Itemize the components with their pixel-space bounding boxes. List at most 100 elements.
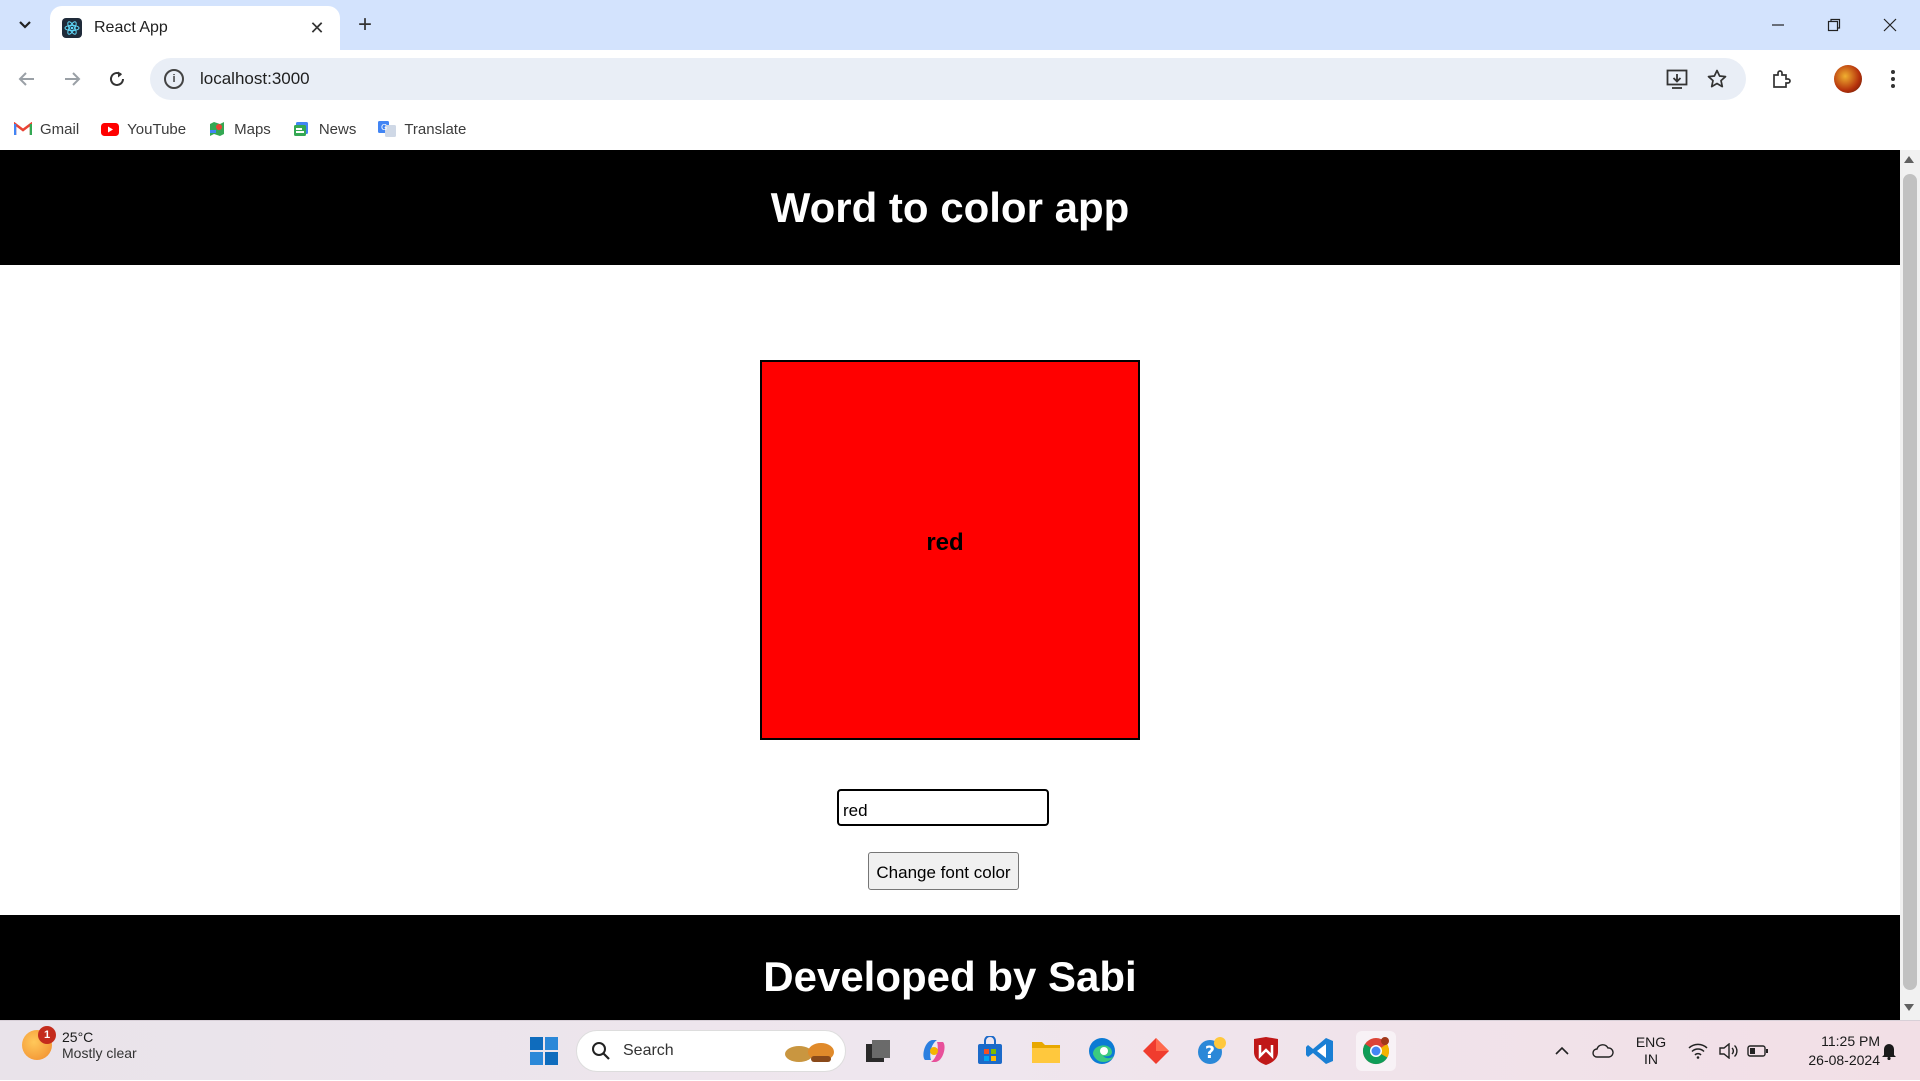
bookmark-news[interactable]: News bbox=[293, 121, 356, 138]
forward-button[interactable] bbox=[55, 62, 89, 96]
tab-strip: React App ✕ + bbox=[0, 0, 1920, 50]
file-explorer-button[interactable] bbox=[1026, 1031, 1066, 1071]
new-tab-button[interactable]: + bbox=[350, 10, 380, 40]
wifi-icon bbox=[1688, 1043, 1708, 1059]
gmail-icon bbox=[14, 121, 32, 137]
wifi-button[interactable] bbox=[1684, 1021, 1712, 1081]
react-icon bbox=[62, 18, 82, 38]
bookmark-translate[interactable]: G Translate bbox=[378, 121, 466, 138]
help-app-button[interactable]: ? bbox=[1192, 1031, 1232, 1071]
taskbar-search-label: Search bbox=[623, 1042, 674, 1059]
chrome-button[interactable] bbox=[1356, 1031, 1396, 1071]
translate-icon: G bbox=[378, 121, 397, 137]
edge-icon bbox=[1089, 1038, 1115, 1064]
page-title: Word to color app bbox=[770, 183, 1130, 231]
vscode-icon bbox=[1306, 1038, 1333, 1064]
chevron-down-icon bbox=[19, 21, 31, 29]
tab-search-button[interactable] bbox=[8, 8, 42, 42]
navigation-bar: i localhost:3000 bbox=[0, 50, 1920, 108]
reload-button[interactable] bbox=[100, 62, 134, 96]
vscode-button[interactable] bbox=[1300, 1031, 1340, 1071]
clock[interactable]: 11:25 PM 26-08-2024 bbox=[1780, 1021, 1880, 1081]
color-word: red bbox=[926, 529, 964, 556]
color-box: red bbox=[760, 360, 1140, 740]
scrollbar-thumb[interactable] bbox=[1903, 174, 1917, 990]
bookmarks-bar: Gmail YouTube Maps News G Translate bbox=[0, 108, 1920, 150]
mcafee-button[interactable] bbox=[1246, 1031, 1286, 1071]
install-app-button[interactable] bbox=[1660, 62, 1694, 96]
diamond-app-icon bbox=[1143, 1038, 1169, 1064]
minimize-icon bbox=[1772, 24, 1784, 26]
change-font-color-button[interactable]: Change font color bbox=[868, 852, 1019, 890]
maps-icon bbox=[208, 121, 226, 137]
forward-arrow-icon bbox=[65, 72, 81, 86]
notifications-button[interactable] bbox=[1874, 1021, 1904, 1081]
taskbar-search-box[interactable]: Search bbox=[576, 1030, 846, 1072]
search-highlight-icon bbox=[785, 1043, 834, 1062]
weather-temperature: 25°C bbox=[62, 1029, 94, 1045]
install-icon bbox=[1666, 69, 1688, 89]
bookmark-star-button[interactable] bbox=[1700, 62, 1734, 96]
battery-button[interactable] bbox=[1744, 1021, 1772, 1081]
cloud-icon bbox=[1592, 1044, 1614, 1058]
copilot-icon bbox=[923, 1040, 945, 1062]
news-icon bbox=[293, 121, 311, 137]
weather-widget[interactable]: 1 25°C Mostly clear bbox=[22, 1026, 137, 1061]
browser-menu-button[interactable] bbox=[1876, 62, 1910, 96]
shield-icon bbox=[1254, 1037, 1278, 1065]
back-button[interactable] bbox=[10, 62, 44, 96]
page-header: Word to color app bbox=[0, 150, 1900, 265]
windows-logo-icon bbox=[530, 1037, 558, 1065]
restore-button[interactable] bbox=[1806, 0, 1862, 50]
back-arrow-icon bbox=[18, 72, 34, 86]
bell-icon bbox=[1882, 1044, 1896, 1060]
svg-text:?: ? bbox=[1205, 1043, 1215, 1063]
minimize-button[interactable] bbox=[1750, 0, 1806, 50]
git-app-button[interactable] bbox=[1136, 1031, 1176, 1071]
close-window-button[interactable] bbox=[1862, 0, 1918, 50]
bookmark-maps[interactable]: Maps bbox=[208, 121, 271, 138]
tab-react-app[interactable]: React App ✕ bbox=[50, 6, 340, 50]
tab-title: React App bbox=[94, 19, 168, 36]
clock-date: 26-08-2024 bbox=[1808, 1052, 1880, 1068]
weather-notification-badge: 1 bbox=[38, 1026, 56, 1044]
copilot-button[interactable] bbox=[914, 1031, 954, 1071]
chevron-up-icon bbox=[1555, 1046, 1569, 1055]
task-view-button[interactable] bbox=[858, 1031, 898, 1071]
store-icon bbox=[978, 1036, 1002, 1064]
more-vertical-icon bbox=[1891, 70, 1895, 88]
site-info-icon[interactable]: i bbox=[164, 69, 184, 89]
youtube-icon bbox=[101, 121, 120, 137]
windows-taskbar: 1 25°C Mostly clear Search ? ENG IN 11:2… bbox=[0, 1020, 1920, 1080]
language-indicator[interactable]: ENG IN bbox=[1628, 1021, 1674, 1081]
bookmark-gmail[interactable]: Gmail bbox=[14, 121, 79, 138]
help-icon: ? bbox=[1198, 1037, 1226, 1064]
folder-icon bbox=[1032, 1042, 1060, 1063]
page-footer: Developed by Sabi bbox=[0, 915, 1900, 1020]
search-icon bbox=[592, 1042, 610, 1060]
extensions-button[interactable] bbox=[1764, 62, 1798, 96]
task-view-icon bbox=[866, 1040, 890, 1062]
microsoft-store-button[interactable] bbox=[970, 1031, 1010, 1071]
reload-icon bbox=[110, 71, 124, 86]
battery-icon bbox=[1747, 1045, 1768, 1057]
start-button[interactable] bbox=[524, 1031, 564, 1071]
tab-close-icon[interactable]: ✕ bbox=[306, 17, 328, 39]
address-bar[interactable]: i localhost:3000 bbox=[150, 58, 1746, 100]
svg-text:G: G bbox=[381, 123, 387, 132]
url-text: localhost:3000 bbox=[200, 69, 310, 88]
footer-text: Developed by Sabi bbox=[763, 953, 1137, 1000]
onedrive-button[interactable] bbox=[1586, 1021, 1620, 1081]
color-word-input[interactable] bbox=[837, 789, 1049, 826]
restore-icon bbox=[1827, 18, 1841, 32]
show-hidden-icons-button[interactable] bbox=[1548, 1021, 1576, 1081]
scroll-up-arrow-icon[interactable] bbox=[1904, 156, 1914, 163]
profile-avatar[interactable] bbox=[1834, 65, 1862, 93]
page-viewport: Word to color app red Change font color … bbox=[0, 150, 1900, 1020]
chrome-icon bbox=[1362, 1037, 1390, 1065]
bookmark-youtube[interactable]: YouTube bbox=[101, 121, 186, 138]
edge-button[interactable] bbox=[1082, 1031, 1122, 1071]
clock-time: 11:25 PM bbox=[1821, 1033, 1880, 1049]
volume-button[interactable] bbox=[1714, 1021, 1742, 1081]
scroll-down-arrow-icon[interactable] bbox=[1904, 1004, 1914, 1011]
